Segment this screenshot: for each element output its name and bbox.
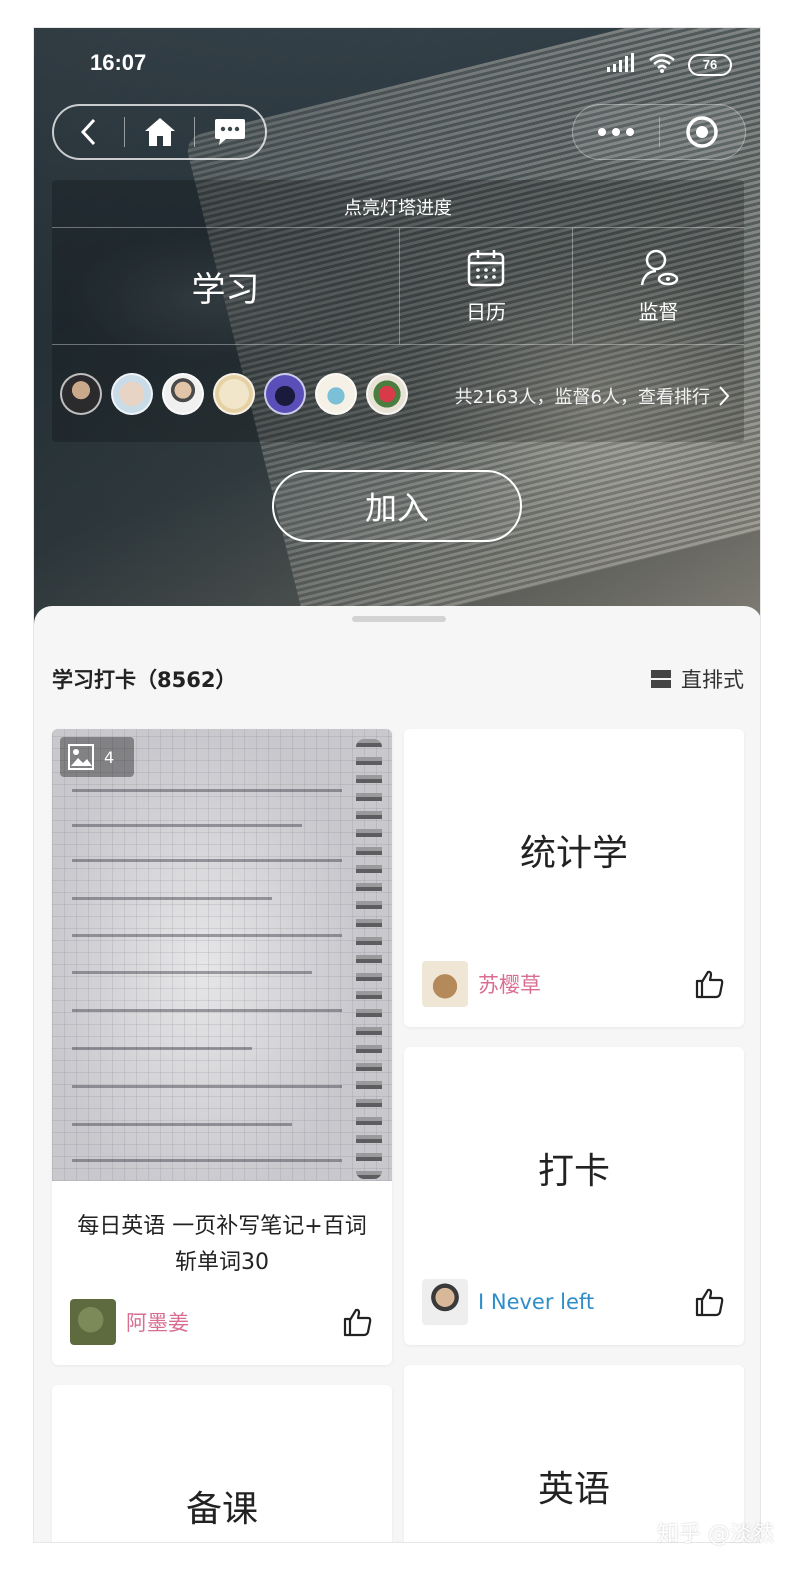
avatar xyxy=(213,373,255,415)
navigation-capsule xyxy=(52,104,267,160)
home-button[interactable] xyxy=(125,106,195,158)
avatar xyxy=(315,373,357,415)
thumbs-up-icon xyxy=(695,970,724,999)
list-layout-icon xyxy=(651,670,671,688)
photo-count-badge: 4 xyxy=(60,737,134,777)
author-name: 阿墨姜 xyxy=(126,1311,189,1335)
layout-label: 直排式 xyxy=(681,668,744,692)
author-name: I Never left xyxy=(478,1290,595,1314)
like-button[interactable] xyxy=(694,969,724,1003)
wifi-icon xyxy=(648,52,676,78)
avatar xyxy=(422,1279,468,1325)
card-title: 备课 xyxy=(185,1489,258,1530)
supervise-button[interactable]: 监督 xyxy=(572,228,744,344)
miniprogram-capsule xyxy=(572,104,746,160)
feed-title: 学习打卡（8562） xyxy=(52,668,237,692)
member-avatars[interactable] xyxy=(60,373,408,415)
avatar xyxy=(60,373,102,415)
members-summary: 共2163人，监督6人，查看排行 xyxy=(454,387,710,408)
back-button[interactable] xyxy=(54,106,124,158)
back-icon xyxy=(80,118,95,146)
group-name: 学习 xyxy=(52,228,400,344)
signal-icon xyxy=(606,53,636,77)
more-dots-icon xyxy=(597,128,634,136)
battery-icon: 76 xyxy=(688,54,732,76)
photo-count: 4 xyxy=(104,747,115,767)
ranking-link[interactable]: 共2163人，监督6人，查看排行 xyxy=(455,383,730,409)
card-title: 英语 xyxy=(537,1469,610,1510)
status-time: 16:07 xyxy=(90,50,147,75)
phone-screen: 16:07 76 点亮灯塔进度 学习 日历 监督 共2163人，监督6人，查看排… xyxy=(33,27,761,1543)
supervise-user-icon xyxy=(640,249,678,285)
panel-title: 点亮灯塔进度 xyxy=(344,198,452,219)
message-button[interactable] xyxy=(195,106,265,158)
card-description: 每日英语 一页补写笔记+百词斩单词30 xyxy=(77,1214,367,1275)
chat-icon xyxy=(215,119,246,145)
watermark: 知乎 @淡然 xyxy=(657,1522,774,1547)
avatar xyxy=(70,1299,116,1345)
thumbs-up-icon xyxy=(695,1288,724,1317)
chevron-right-icon xyxy=(719,386,730,406)
calendar-label: 日历 xyxy=(466,299,506,324)
checkin-card[interactable]: 4 每日英语 一页补写笔记+百词斩单词30 阿墨姜 xyxy=(52,729,392,1365)
avatar xyxy=(264,373,306,415)
like-button[interactable] xyxy=(342,1307,372,1341)
notebook-photo: 4 xyxy=(52,729,392,1181)
thumbs-up-icon xyxy=(343,1308,372,1337)
join-button[interactable]: 加入 xyxy=(272,470,522,542)
like-button[interactable] xyxy=(694,1287,724,1321)
card-author[interactable]: 苏樱草 xyxy=(422,961,541,1007)
checkin-card[interactable]: 打卡 I Never left xyxy=(404,1047,744,1345)
author-name: 苏樱草 xyxy=(478,973,541,997)
drag-handle[interactable] xyxy=(352,616,446,622)
lighthouse-panel: 点亮灯塔进度 学习 日历 监督 共2163人，监督6人，查看排行 xyxy=(52,180,744,442)
checkin-card[interactable]: 备课 xyxy=(52,1385,392,1542)
checkin-feed-sheet: 学习打卡（8562） 直排式 4 每日英语 一页补写笔记+百词斩单词30 阿墨姜… xyxy=(34,606,760,1542)
avatar xyxy=(422,961,468,1007)
calendar-button[interactable]: 日历 xyxy=(400,228,572,344)
checkin-card[interactable]: 统计学 苏樱草 xyxy=(404,729,744,1027)
home-icon xyxy=(144,118,175,146)
card-author[interactable]: I Never left xyxy=(422,1279,594,1325)
more-button[interactable] xyxy=(573,105,659,159)
avatar xyxy=(162,373,204,415)
image-icon xyxy=(68,744,94,770)
close-miniprogram-button[interactable] xyxy=(660,105,746,159)
target-icon xyxy=(686,116,718,148)
status-bar: 16:07 76 xyxy=(34,46,760,82)
calendar-icon xyxy=(467,249,505,286)
card-author[interactable]: 阿墨姜 xyxy=(70,1299,189,1345)
avatar xyxy=(111,373,153,415)
header-background-image: 16:07 76 点亮灯塔进度 学习 日历 监督 共2163人，监督6人，查看排… xyxy=(34,28,760,643)
layout-toggle-button[interactable]: 直排式 xyxy=(651,664,744,694)
card-title: 统计学 xyxy=(519,833,628,874)
supervise-label: 监督 xyxy=(638,299,679,324)
avatar xyxy=(366,373,408,415)
card-title: 打卡 xyxy=(537,1151,610,1192)
